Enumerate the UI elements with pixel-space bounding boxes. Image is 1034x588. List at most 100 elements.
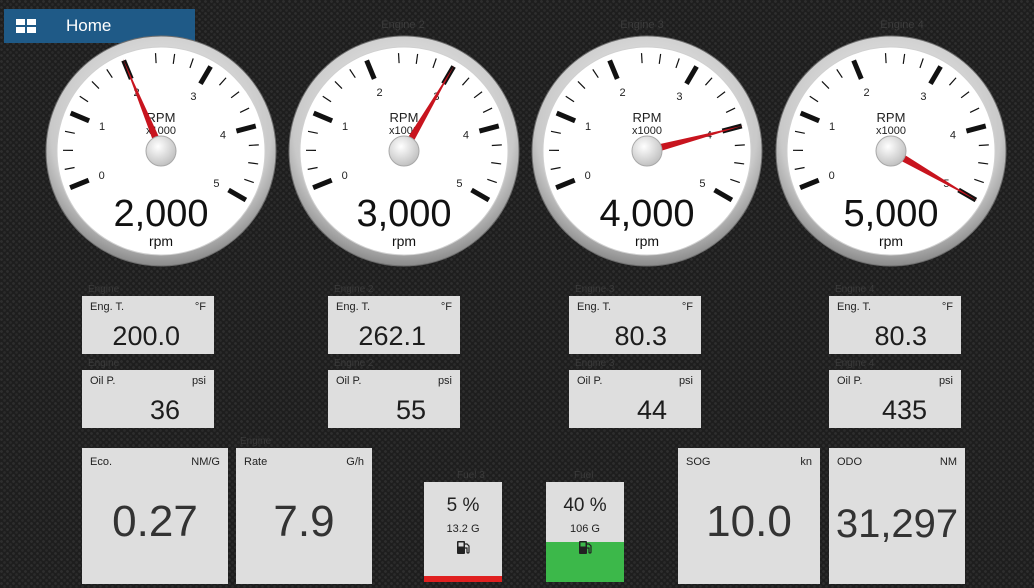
odo-tile[interactable]: ODO NM 31,297 xyxy=(829,448,965,584)
tile-value: 435 xyxy=(881,395,927,425)
oil-pressure-tile-3[interactable]: Oil P. psi 44 xyxy=(569,370,701,428)
engine-temp-tile-3[interactable]: Eng. T. °F 80.3 xyxy=(569,296,701,354)
gauge-hub xyxy=(875,135,907,167)
tile-name: Eco. xyxy=(90,456,113,468)
engine-title-3: Engine 3 xyxy=(620,19,664,31)
engine-temp-tile-4[interactable]: Eng. T. °F 80.3 xyxy=(829,296,961,354)
tile-name: Oil P. xyxy=(90,375,116,387)
minor-tick xyxy=(248,144,259,147)
sog-tile[interactable]: SOG kn 10.0 xyxy=(678,448,820,584)
oil-caption-1: Engine xyxy=(88,358,120,369)
fuel-pump-icon xyxy=(579,541,592,554)
grid-menu-icon xyxy=(16,19,36,33)
tile-unit: psi xyxy=(678,375,693,387)
gauge-tick-label: 0 xyxy=(99,170,105,182)
tile-name: SOG xyxy=(686,456,711,468)
tile-name: Eng. T. xyxy=(837,301,872,313)
gauge-tick-label: 3 xyxy=(920,91,926,103)
tile-value: 7.9 xyxy=(273,497,335,546)
tile-name: Eng. T. xyxy=(336,301,371,313)
tile-value: 0.27 xyxy=(112,497,198,546)
engine-title-4: Engine 4 xyxy=(880,19,924,31)
tile-value: 262.1 xyxy=(358,321,426,351)
fuel-level-tile-1[interactable]: 5 % 13.2 G xyxy=(424,482,502,582)
gauge-value: 3,000 xyxy=(356,193,451,235)
tile-value: 55 xyxy=(395,395,426,425)
rpm-gauge-1[interactable]: 012345RPMx10002,000rpm xyxy=(44,34,278,268)
gauge-tick-label: 1 xyxy=(585,121,591,133)
tile-name: Eng. T. xyxy=(90,301,125,313)
gauge-tick-label: 1 xyxy=(99,121,105,133)
fuel-percent: 40 % xyxy=(563,495,607,516)
rpm-gauge-2[interactable]: 012345RPMx10003,000rpm xyxy=(287,34,521,268)
fuel-level-tile-2[interactable]: 40 % 106 G xyxy=(546,482,624,582)
gauge-tick-label: 4 xyxy=(950,130,956,142)
gauge-value: 2,000 xyxy=(113,193,208,235)
tile-name: Oil P. xyxy=(577,375,603,387)
temp-caption-1: Engine xyxy=(88,284,120,295)
rpm-gauge-4[interactable]: 012345RPMx10005,000rpm xyxy=(774,34,1008,268)
oil-pressure-tile-4[interactable]: Oil P. psi 435 xyxy=(829,370,961,428)
eco-tile[interactable]: Eco. NM/G 0.27 xyxy=(82,448,228,584)
temp-caption-2: Engine 2 xyxy=(334,284,374,295)
tile-name: Oil P. xyxy=(837,375,863,387)
gauge-value: 4,000 xyxy=(599,193,694,235)
engine-title-2: Engine 2 xyxy=(381,19,425,31)
tile-name: Rate xyxy=(244,456,268,468)
fuel-gallons: 13.2 G xyxy=(446,523,480,535)
tile-unit: °F xyxy=(194,301,206,313)
gauge-value: 5,000 xyxy=(843,193,938,235)
gauge-hub xyxy=(631,135,663,167)
tile-value: 31,297 xyxy=(835,502,959,546)
gauge-hub xyxy=(145,135,177,167)
tile-unit: psi xyxy=(938,375,953,387)
tile-value: 200.0 xyxy=(112,321,180,351)
tile-unit: °F xyxy=(941,301,953,313)
tile-unit: G/h xyxy=(346,456,364,468)
engine-temp-tile-2[interactable]: Eng. T. °F 262.1 xyxy=(328,296,460,354)
oil-pressure-tile-2[interactable]: Oil P. psi 55 xyxy=(328,370,460,428)
gauge-tick-label: 2 xyxy=(620,87,626,99)
tile-name: ODO xyxy=(837,456,863,468)
tile-value: 44 xyxy=(636,395,667,425)
fuel-gallons: 106 G xyxy=(570,523,600,535)
home-label: Home xyxy=(66,16,112,35)
fuel-level-bar xyxy=(424,576,502,582)
gauge-tick-label: 5 xyxy=(213,178,219,190)
gauge-label: RPM xyxy=(633,110,662,125)
temp-caption-3: Engine 3 xyxy=(575,284,615,295)
gauge-tick-label: 3 xyxy=(676,91,682,103)
tile-unit: psi xyxy=(437,375,452,387)
gauge-tick-label: 5 xyxy=(699,178,705,190)
gauge-tick-label: 2 xyxy=(377,87,383,99)
minor-tick xyxy=(978,144,989,147)
gauge-tick-label: 5 xyxy=(456,178,462,190)
tile-unit: °F xyxy=(681,301,693,313)
fuel-caption-1: Fuel 3 xyxy=(457,470,485,481)
gauge-tick-label: 4 xyxy=(463,130,469,142)
minor-tick xyxy=(884,53,887,64)
tile-unit: kn xyxy=(800,456,812,468)
gauge-unit: rpm xyxy=(392,233,416,249)
oil-pressure-tile-1[interactable]: Oil P. psi 36 xyxy=(82,370,214,428)
gauge-face: 012345RPMx10004,000rpm xyxy=(531,35,763,267)
tile-name: Eng. T. xyxy=(577,301,612,313)
gauge-tick-label: 3 xyxy=(190,91,196,103)
tile-unit: psi xyxy=(191,375,206,387)
gauge-tick-label: 1 xyxy=(342,121,348,133)
gauge-face: 012345RPMx10005,000rpm xyxy=(775,35,1007,267)
gauge-tick-label: 0 xyxy=(342,170,348,182)
gauge-tick-label: 0 xyxy=(585,170,591,182)
rpm-gauge-3[interactable]: 012345RPMx10004,000rpm xyxy=(530,34,764,268)
fuel-caption-2: Fuel xyxy=(574,470,594,481)
tile-value: 80.3 xyxy=(874,321,927,351)
minor-tick xyxy=(491,144,502,147)
gauge-tick-label: 2 xyxy=(864,87,870,99)
fuel-rate-tile[interactable]: Rate G/h 7.9 xyxy=(236,448,372,584)
gauge-unit: rpm xyxy=(635,233,659,249)
engine-temp-tile-1[interactable]: Eng. T. °F 200.0 xyxy=(82,296,214,354)
temp-caption-4: Engine 4 xyxy=(835,284,875,295)
tile-unit: °F xyxy=(440,301,452,313)
gauge-unit: rpm xyxy=(149,233,173,249)
minor-tick xyxy=(154,53,157,64)
